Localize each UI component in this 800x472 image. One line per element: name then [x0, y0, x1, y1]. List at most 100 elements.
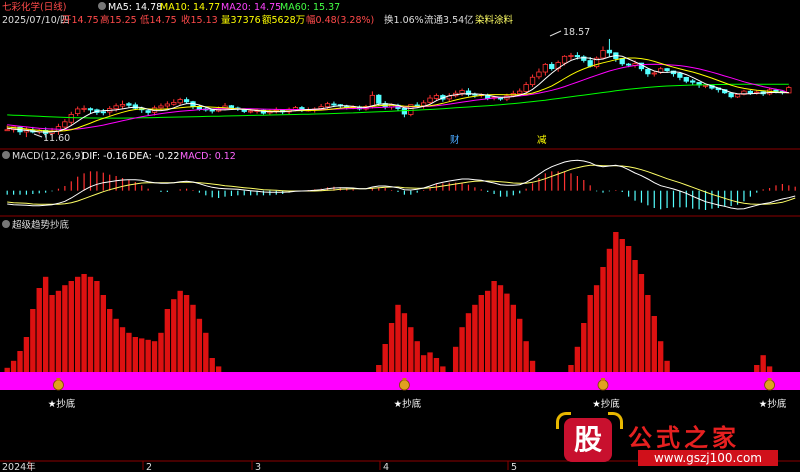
candle-body — [459, 90, 465, 94]
high-price-mark: 18.57 — [563, 27, 590, 38]
money-bag-icon — [597, 379, 609, 391]
candle-body — [574, 55, 581, 58]
macd-name: MACD(12,26,9) — [12, 151, 84, 162]
quote-amount: 额5628万 — [262, 14, 305, 26]
indicator-bar — [440, 366, 446, 372]
time-tick-label: 4 — [383, 462, 389, 472]
candle-body — [401, 107, 408, 115]
indicator-bar — [203, 332, 209, 372]
indicator-bar — [574, 346, 581, 372]
macd-dea: DEA: -0.22 — [129, 151, 179, 162]
indicator-bar — [119, 327, 126, 372]
candle-body — [606, 49, 613, 54]
indicator-bar — [388, 323, 395, 372]
indicator-bar — [17, 351, 23, 372]
indicator-bar — [581, 323, 587, 372]
candle-body — [113, 105, 119, 110]
indicator-bar — [196, 318, 203, 372]
candle-body — [664, 68, 670, 72]
indicator-bar — [568, 365, 574, 372]
candle-body — [145, 110, 151, 113]
indicator-bar — [645, 295, 651, 372]
indicator-bar — [376, 365, 382, 372]
macd-settings-icon[interactable] — [2, 151, 10, 159]
indicator-bar — [113, 318, 119, 372]
indicator-bar — [62, 285, 68, 372]
indicator-bar — [94, 281, 100, 372]
candle-body — [68, 114, 74, 123]
indicator-bar — [606, 248, 613, 372]
indicator-bar — [126, 332, 132, 372]
quote-volume: 量37376 — [221, 15, 261, 26]
settings-circle-icon[interactable] — [98, 2, 106, 10]
indicator-bar — [382, 344, 388, 372]
candle-body — [183, 99, 190, 103]
candle-body — [4, 129, 10, 132]
candle-body — [119, 104, 126, 107]
time-tick-label: 2024年 — [2, 461, 36, 472]
ma10-label: MA10: 14.77 — [160, 2, 220, 13]
bottom-signal-label: ★抄底 — [592, 398, 620, 410]
candle-body — [177, 99, 183, 104]
candle-body — [677, 73, 683, 78]
indicator-bar — [420, 355, 427, 372]
indicator-bar — [81, 274, 87, 372]
indicator-bar — [55, 290, 62, 372]
ma20-label: MA20: 14.75 — [221, 2, 281, 13]
candle-body — [587, 60, 593, 67]
indicator-bar — [465, 313, 472, 372]
candle-body — [331, 103, 337, 106]
quote-float: 流通3.54亿 — [424, 14, 474, 26]
candle-body — [517, 90, 523, 95]
event-marker-reduction[interactable]: 减 — [537, 134, 547, 146]
candle-body — [523, 84, 529, 92]
indicator-bar — [177, 290, 183, 372]
candle-body — [619, 58, 625, 65]
candle — [593, 56, 600, 69]
indicator-settings-icon[interactable] — [2, 220, 10, 228]
indicator-bar — [132, 337, 139, 372]
candle-body — [728, 92, 734, 98]
indicator-bar — [619, 239, 625, 372]
indicator-bar — [4, 367, 10, 372]
candle-body — [62, 121, 68, 128]
low-price-mark: 11.60 — [43, 133, 70, 144]
indicator-bar — [497, 285, 504, 372]
indicator-bar — [408, 327, 414, 372]
header-ma-row: 七彩化学(日线) MA5: 14.78 MA10: 14.77 MA20: 14… — [2, 1, 340, 13]
candle-body — [561, 55, 568, 64]
indicator-bar — [183, 295, 190, 372]
indicator-bar — [395, 304, 401, 372]
indicator-bar — [472, 304, 478, 372]
indicator-bar — [139, 338, 145, 372]
stock-name: 七彩化学(日线) — [2, 1, 66, 13]
candle-body — [568, 55, 574, 57]
quote-sector: 染料涂料 — [475, 14, 514, 26]
indicator-bar — [760, 355, 766, 372]
ma5-label: MA5: 14.78 — [108, 2, 162, 13]
indicator-bar — [10, 360, 17, 372]
watermark-logo: 股 — [564, 418, 612, 462]
candle-body — [625, 63, 632, 66]
indicator-bar — [209, 358, 215, 372]
indicator-bar — [151, 341, 158, 372]
indicator-bar — [638, 274, 645, 372]
indicator-bar — [215, 366, 222, 372]
indicator-bar — [100, 295, 106, 372]
candle-body — [171, 102, 177, 105]
indicator-bar — [754, 365, 760, 372]
time-tick-label: 5 — [511, 462, 517, 472]
candle-body — [683, 76, 689, 82]
event-marker-earnings[interactable]: 财 — [450, 134, 460, 146]
indicator-header: 超级趋势抄底 — [2, 219, 70, 231]
indicator-bar — [145, 339, 151, 372]
quote-turnover: 换1.06% — [384, 14, 424, 26]
indicator-bar — [158, 332, 164, 372]
indicator-bar — [510, 304, 517, 372]
money-bag-icon — [53, 379, 64, 391]
indicator-bar — [23, 337, 30, 372]
indicator-bar — [517, 318, 523, 372]
money-bag-knot — [56, 378, 61, 381]
candle-body — [158, 105, 164, 109]
indicator-bar — [87, 276, 94, 372]
